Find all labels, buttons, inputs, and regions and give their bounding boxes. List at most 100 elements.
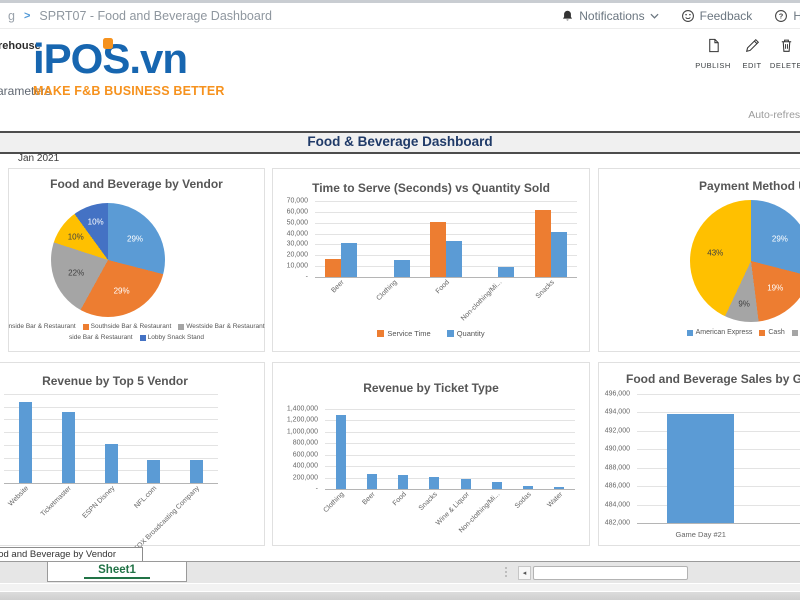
x-axis: ClothingBeerFoodSnacksWine & LiquorNon-c… (325, 489, 575, 541)
bar-chart-ticket-type[interactable]: 1,400,0001,200,0001,000,000800,000600,00… (273, 363, 589, 545)
legend-swatch-icon (377, 330, 384, 337)
legend-item: Lobby Snack Stand (140, 332, 204, 343)
legend-row: side Bar & RestaurantLobby Snack Stand (9, 332, 264, 343)
x-axis-category-label: Website (8, 485, 31, 508)
pie-chart-vendor[interactable]: 29%29%22%10%10% nside Bar & Restaurant Sou… (9, 169, 264, 351)
chart-panel-payment-method: Payment Method Use 29%19%9%43%American E… (598, 168, 800, 352)
plot-area (637, 394, 800, 523)
y-axis-tick-label: 494,000 (605, 409, 630, 416)
bar[interactable] (62, 412, 75, 483)
bar[interactable] (498, 267, 514, 277)
bar[interactable] (341, 243, 357, 277)
y-axis-tick-label: 20,000 (287, 252, 308, 259)
bar[interactable] (461, 479, 471, 489)
bar[interactable] (394, 260, 410, 277)
bar[interactable] (398, 475, 408, 489)
bar-chart-top5-vendor[interactable]: WebsiteTicketmasterESPN DisneyNFL.comFOX… (0, 363, 264, 545)
y-axis-tick-label: 496,000 (605, 391, 630, 398)
drag-handle[interactable] (505, 567, 507, 577)
y-axis-tick-label: 60,000 (287, 208, 308, 215)
gridline (4, 407, 218, 408)
y-axis-tick-label: 70,000 (287, 198, 308, 205)
legend-item: Westside Bar & Restaurant (178, 321, 264, 332)
x-axis-category-label: Game Day #21 (676, 530, 726, 539)
feedback-label: Feedback (700, 9, 753, 23)
bar[interactable] (551, 232, 567, 277)
legend-label: Cash (768, 327, 784, 338)
y-axis-tick-label: 400,000 (293, 463, 318, 470)
legend-swatch-icon (687, 330, 693, 336)
feedback-button[interactable]: Feedback (681, 9, 753, 23)
gridline (325, 443, 575, 444)
scroll-left-button[interactable]: ◂ (518, 566, 531, 580)
x-axis: Game Day #21 (637, 523, 800, 539)
x-axis-category-label: Beer (331, 279, 346, 294)
gridline (325, 409, 575, 410)
pie-slice-label: 19% (767, 284, 783, 293)
gridline (325, 432, 575, 433)
horizontal-scrollbar-thumb[interactable] (533, 566, 688, 580)
gridline (4, 432, 218, 433)
legend-label: nside Bar & Restaurant (8, 321, 75, 332)
sheet-tab-sheet1[interactable]: Sheet1 (47, 561, 187, 582)
bar[interactable] (430, 222, 446, 277)
bar[interactable] (667, 414, 734, 523)
chart-legend: Service TimeQuantity (273, 329, 589, 338)
period-label: Jan 2021 (18, 153, 59, 164)
legend-swatch-icon (83, 324, 89, 330)
y-axis-tick-label: 1,400,000 (287, 406, 318, 413)
chart-panel-game-day: Food and Beverage Sales by G 496,000494,… (598, 362, 800, 546)
bar[interactable] (446, 241, 462, 277)
ipos-logo: iPOS.vn MAKE F&B BUSINESS BETTER (33, 36, 225, 98)
bar[interactable] (429, 477, 439, 489)
legend-item: nside Bar & Restaurant (8, 321, 75, 332)
chart-panel-ticket-type: Revenue by Ticket Type 1,400,0001,200,00… (272, 362, 590, 546)
bar-chart-time-to-serve[interactable]: 70,00060,00050,00040,00030,00020,00010,0… (273, 169, 589, 351)
pie[interactable]: 29%29%22%10%10% (51, 203, 165, 317)
bar[interactable] (190, 460, 203, 483)
help-button[interactable]: ? Help (774, 9, 800, 23)
x-axis-category-label: Clothing (322, 491, 345, 514)
gridline (325, 466, 575, 467)
legend-swatch-icon (447, 330, 454, 337)
trash-icon (779, 40, 794, 57)
export-button[interactable]: EXPORT (795, 38, 800, 70)
bar[interactable] (336, 415, 346, 489)
pie[interactable]: 29%19%9%43% (690, 200, 800, 322)
pie-slice-label: 29% (127, 235, 143, 244)
bar-chart-game-day[interactable]: 496,000494,000492,000490,000488,000486,0… (599, 363, 800, 545)
gridline (4, 419, 218, 420)
bar[interactable] (367, 474, 377, 489)
x-axis-category-label: ESPN Disney (81, 485, 116, 520)
legend-row: American ExpressCashComp (599, 327, 800, 338)
y-axis-tick-label: 50,000 (287, 219, 308, 226)
legend-item: American Express (687, 327, 753, 338)
publish-button[interactable]: PUBLISH (690, 38, 736, 70)
y-axis-tick-label: 482,000 (605, 520, 630, 527)
sheet-tab-label: Sheet1 (84, 564, 150, 579)
y-axis-tick-label: 10,000 (287, 263, 308, 270)
logo-dot-icon (103, 38, 113, 49)
bar[interactable] (325, 259, 341, 277)
bar[interactable] (535, 210, 551, 277)
x-axis-category-label: Clothing (375, 279, 398, 302)
breadcrumb-separator-icon: > (24, 10, 30, 22)
y-axis-tick-label: 40,000 (287, 230, 308, 237)
y-axis: 70,00060,00050,00040,00030,00020,00010,0… (273, 201, 311, 277)
edit-button[interactable]: EDIT (737, 38, 767, 70)
logo-text: iPOS.vn (33, 36, 225, 82)
pie-chart-payment-method[interactable]: 29%19%9%43%American ExpressCashComp (599, 169, 800, 351)
breadcrumb-item-parent[interactable]: g (8, 9, 15, 23)
name-box[interactable]: Food and Beverage by Vendor (0, 547, 143, 562)
bar[interactable] (105, 444, 118, 483)
legend-label: Southside Bar & Restaurant (91, 321, 172, 332)
y-axis: 496,000494,000492,000490,000488,000486,0… (599, 394, 633, 523)
notifications-menu[interactable]: Notifications (561, 9, 658, 23)
x-axis-category-label: Snacks (535, 279, 556, 300)
bar[interactable] (147, 460, 160, 483)
chart-panel-time-to-serve: Time to Serve (Seconds) vs Quantity Sold… (272, 168, 590, 352)
y-axis-tick-label: 484,000 (605, 501, 630, 508)
legend-item: Cash (759, 327, 784, 338)
bar[interactable] (19, 402, 32, 483)
plot-area (325, 409, 575, 489)
